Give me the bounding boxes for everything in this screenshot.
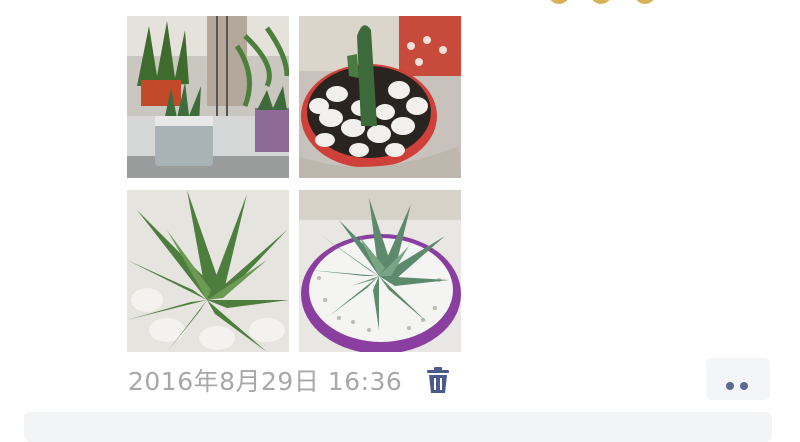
- photo-1[interactable]: [127, 16, 289, 178]
- photo-2[interactable]: [299, 16, 461, 178]
- post-meta: 2016年8月29日 16:36: [128, 362, 452, 398]
- potted-plants-image: [127, 16, 289, 178]
- more-dots-button[interactable]: [706, 358, 770, 400]
- succulent-purple-pot-image: [299, 190, 461, 352]
- photo-4[interactable]: [299, 190, 461, 352]
- trash-icon[interactable]: [424, 365, 452, 395]
- cactus-pot-image: [299, 16, 461, 178]
- aloe-image: [127, 190, 289, 352]
- trash-icon-graphic: [427, 367, 450, 393]
- emoji-row-partial: [548, 0, 668, 6]
- post-timestamp: 2016年8月29日 16:36: [128, 367, 403, 396]
- more-dots-icon: [726, 375, 754, 394]
- photo-3[interactable]: [127, 190, 289, 352]
- photo-grid: [127, 16, 461, 352]
- comment-area-partial: [24, 412, 772, 442]
